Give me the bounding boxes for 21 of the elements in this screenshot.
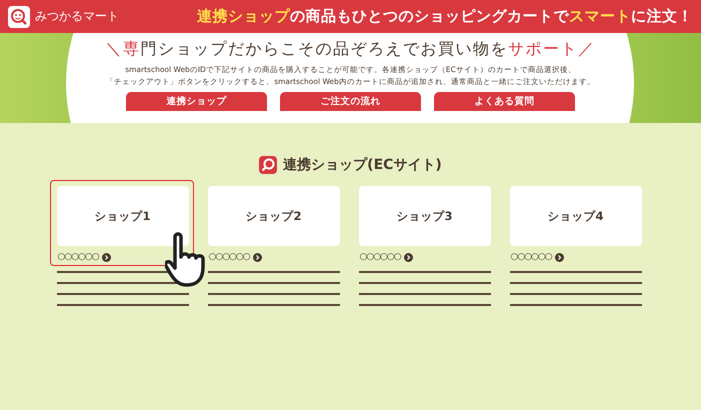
shop-card[interactable]: ショップ2 [208, 186, 340, 246]
shop-link[interactable]: ○○○○○○ [208, 252, 250, 262]
shop-link[interactable]: ○○○○○○ [510, 252, 552, 262]
nav-tab[interactable]: ご注文の流れ [280, 92, 421, 111]
section-title: 連携ショップ(ECサイト) [283, 156, 442, 174]
shop-card[interactable]: ショップ3 [358, 186, 490, 246]
shop-link[interactable]: ○○○○○○ [58, 252, 99, 262]
tagline: 連携ショップの商品もひとつのショッピングカートでスマート に注文！ [197, 7, 693, 26]
chevron-right-icon [102, 252, 111, 262]
chevron-right-icon [404, 252, 413, 262]
chevron-right-icon [554, 252, 564, 262]
logo-text[interactable]: みつかるマート [35, 8, 119, 25]
shop-card[interactable]: ショップ1 [56, 186, 188, 246]
smiley-magnifier-icon [8, 6, 30, 28]
shop-card[interactable]: ショップ4 [510, 186, 642, 246]
nav-tab[interactable]: よくある質問 [434, 92, 575, 111]
search-icon [259, 156, 278, 174]
chevron-right-icon [252, 252, 262, 262]
shop-link[interactable]: ○○○○○○ [360, 252, 401, 262]
intro-heading: ＼専門ショップだからこその品ぞろえでお買い物を サポート／ [106, 39, 596, 60]
nav-tab[interactable]: 連携ショップ [126, 92, 267, 111]
